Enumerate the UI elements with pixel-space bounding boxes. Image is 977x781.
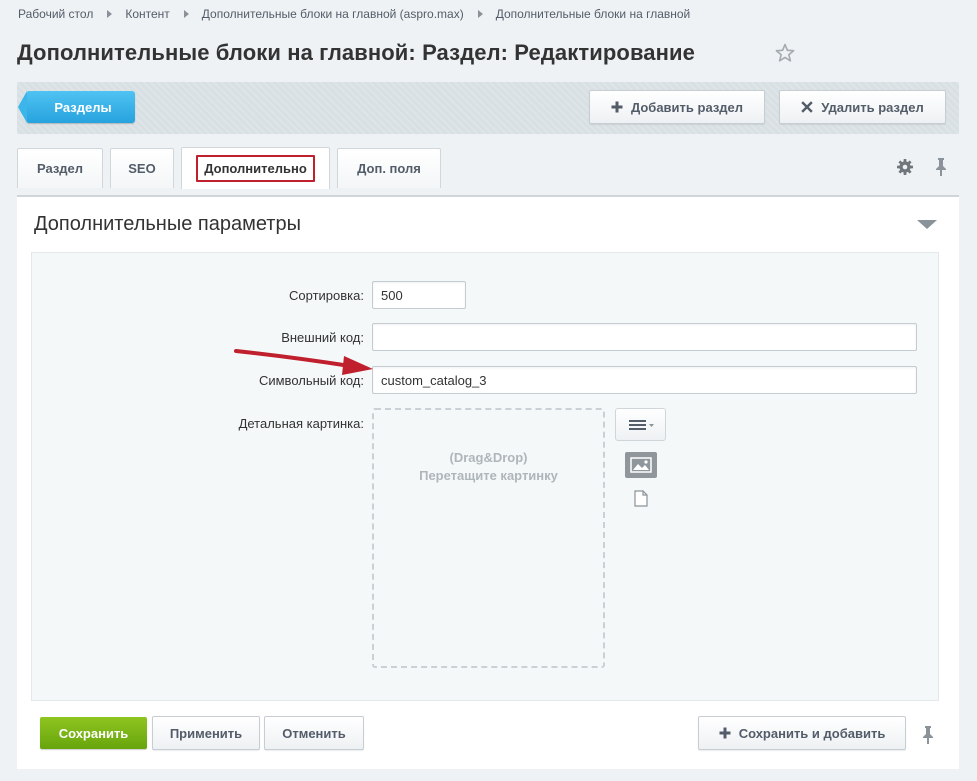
- breadcrumb: Рабочий стол Контент Дополнительные блок…: [18, 6, 690, 22]
- tab-extra-fields-label: Доп. поля: [357, 161, 421, 176]
- breadcrumb-item-iblock[interactable]: Дополнительные блоки на главной: [496, 7, 691, 21]
- breadcrumb-separator-icon: [477, 10, 483, 18]
- apply-label: Применить: [169, 725, 243, 741]
- add-section-button[interactable]: Добавить раздел: [589, 90, 765, 124]
- tab-additional-label: Дополнительно: [196, 155, 315, 182]
- tab-seo[interactable]: SEO: [110, 148, 174, 188]
- tab-seo-label: SEO: [128, 161, 156, 176]
- page-title: Дополнительные блоки на главной: Раздел:…: [17, 40, 695, 65]
- cancel-label: Отменить: [282, 725, 346, 741]
- tab-additional[interactable]: Дополнительно: [181, 147, 330, 189]
- add-section-label: Добавить раздел: [630, 99, 744, 115]
- tab-extra-fields[interactable]: Доп. поля: [337, 148, 441, 188]
- delete-section-label: Удалить раздел: [821, 99, 924, 115]
- pin-icon[interactable]: [934, 157, 948, 177]
- cancel-button[interactable]: Отменить: [264, 716, 364, 750]
- tab-section-label: Раздел: [36, 161, 84, 176]
- sort-label: Сортировка:: [289, 288, 364, 303]
- sections-back-label: Разделы: [54, 99, 112, 115]
- tab-section[interactable]: Раздел: [17, 148, 103, 188]
- breadcrumb-separator-icon: [183, 10, 189, 18]
- plus-icon: [611, 101, 623, 113]
- save-and-add-label: Сохранить и добавить: [738, 725, 886, 741]
- close-icon: [801, 101, 813, 113]
- star-icon[interactable]: [773, 41, 797, 65]
- sort-input[interactable]: [372, 281, 466, 309]
- apply-button[interactable]: Применить: [152, 716, 260, 750]
- dropzone-hint: Перетащите картинку: [419, 468, 558, 483]
- external-code-label: Внешний код:: [281, 330, 364, 345]
- breadcrumb-separator-icon: [107, 10, 113, 18]
- file-icon[interactable]: [634, 490, 648, 507]
- delete-section-button[interactable]: Удалить раздел: [779, 90, 946, 124]
- image-icon[interactable]: [625, 452, 657, 478]
- sections-back-button[interactable]: Разделы: [18, 91, 135, 123]
- gear-icon[interactable]: [896, 158, 914, 176]
- detail-picture-label: Детальная картинка:: [238, 416, 364, 431]
- breadcrumb-item-content[interactable]: Контент: [125, 7, 169, 21]
- symbolic-code-input[interactable]: [372, 366, 917, 394]
- breadcrumb-item-desktop[interactable]: Рабочий стол: [18, 7, 93, 21]
- collapse-triangle-icon[interactable]: [917, 220, 937, 229]
- plus-icon: [719, 727, 731, 739]
- image-dropzone[interactable]: (Drag&Drop) Перетащите картинку: [372, 408, 605, 668]
- save-label: Сохранить: [58, 725, 129, 741]
- panel-title: Дополнительные параметры: [34, 213, 301, 235]
- external-code-input[interactable]: [372, 323, 917, 351]
- breadcrumb-item-iblock-type[interactable]: Дополнительные блоки на главной (aspro.m…: [202, 7, 464, 21]
- save-button[interactable]: Сохранить: [40, 717, 147, 749]
- menu-icon: [628, 419, 654, 430]
- dropzone-title: (Drag&Drop): [449, 450, 528, 465]
- save-and-add-button[interactable]: Сохранить и добавить: [698, 716, 906, 750]
- pin-icon[interactable]: [921, 725, 935, 745]
- symbolic-code-label: Символьный код:: [258, 373, 364, 388]
- file-menu-button[interactable]: [615, 408, 666, 441]
